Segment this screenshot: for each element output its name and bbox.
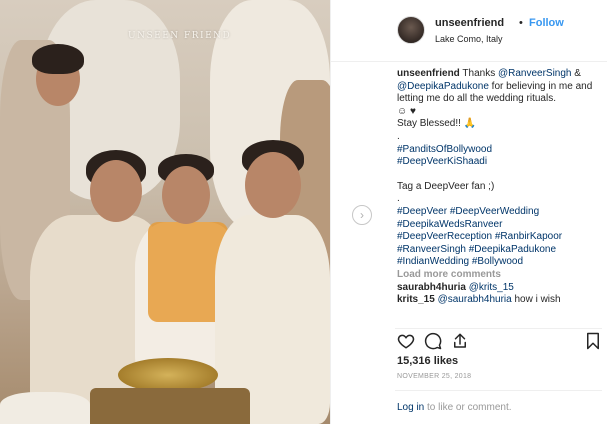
post-header: unseenfriend • Follow Lake Como, Italy xyxy=(331,0,607,62)
comment-item: krits_15 @saurabh4huria how i wish xyxy=(397,294,597,307)
photo-watermark: UNSEEN FRIEND xyxy=(128,31,232,41)
caption-username[interactable]: unseenfriend xyxy=(397,68,460,79)
divider xyxy=(395,390,602,391)
share-icon[interactable] xyxy=(451,332,469,350)
caption-emoji-line: ☺ ♥ xyxy=(397,105,416,117)
hashtag-line[interactable]: #RanveerSingh #DeepikaPadukone xyxy=(397,244,597,257)
caption-dot: . xyxy=(397,130,400,142)
mention-ranveer[interactable]: @RanveerSingh xyxy=(498,68,572,79)
hashtag-line[interactable]: #DeepVeerReception #RanbirKapoor xyxy=(397,231,597,244)
next-arrow-button[interactable]: › xyxy=(352,205,372,225)
header-username[interactable]: unseenfriend xyxy=(435,17,504,29)
post-date[interactable]: NOVEMBER 25, 2018 xyxy=(397,373,471,380)
caption-blessed: Stay Blessed!! 🙏 xyxy=(397,118,477,130)
caption-text: unseenfriend Thanks @RanveerSingh & @Dee… xyxy=(397,68,597,106)
comment-mention[interactable]: @krits_15 xyxy=(469,282,514,293)
hashtag-line[interactable]: #DeepVeer #DeepVeerWedding xyxy=(397,206,597,219)
photo-pandit-face xyxy=(162,166,210,224)
comment-icon[interactable] xyxy=(424,332,442,350)
comment-text: how i wish xyxy=(511,294,561,306)
post-photo[interactable]: UNSEEN FRIEND xyxy=(0,0,330,424)
hashtag-line[interactable]: #DeepikaWedsRanveer xyxy=(397,219,597,232)
comment-item: saurabh4huria @krits_15 xyxy=(397,282,597,295)
chevron-right-icon: › xyxy=(360,208,364,222)
hashtag-deepveerkishaadi[interactable]: #DeepVeerKiShaadi xyxy=(397,156,487,167)
follow-button[interactable]: Follow xyxy=(529,17,564,29)
login-prompt: Log in to like or comment. xyxy=(397,402,512,413)
comment-mention[interactable]: @saurabh4huria xyxy=(438,294,512,305)
caption-tag-prompt: Tag a DeepVeer fan ;) xyxy=(397,180,495,192)
bookmark-icon[interactable] xyxy=(584,332,602,350)
heart-icon[interactable] xyxy=(397,332,415,350)
post-actions-bar xyxy=(397,332,602,352)
mention-deepika[interactable]: @DeepikaPadukone xyxy=(397,81,489,92)
caption-spacer xyxy=(397,169,597,181)
avatar[interactable] xyxy=(397,16,425,44)
location-link[interactable]: Lake Como, Italy xyxy=(435,34,503,44)
instagram-post: UNSEEN FRIEND › unseenfriend • Follow La… xyxy=(0,0,607,424)
photo-groom-face xyxy=(245,152,301,218)
load-more-comments-button[interactable]: Load more comments xyxy=(397,269,597,282)
hashtag-line[interactable]: #IndianWedding #Bollywood xyxy=(397,256,597,269)
caption-dot: . xyxy=(397,193,400,205)
photo-ritual-tray xyxy=(90,388,250,424)
header-separator: • xyxy=(519,17,523,29)
photo-guest-hair xyxy=(32,44,84,74)
comment-username[interactable]: saurabh4huria xyxy=(397,282,466,293)
caption-amp: & xyxy=(571,68,581,79)
photo-ritual-bowl xyxy=(118,358,218,392)
caption-thanks: Thanks xyxy=(459,68,498,79)
hashtag-panditsofbollywood[interactable]: #PanditsOfBollywood xyxy=(397,144,492,155)
likes-count[interactable]: 15,316 likes xyxy=(397,355,458,367)
photo-flowers xyxy=(0,392,90,424)
divider xyxy=(395,328,602,329)
comment-username[interactable]: krits_15 xyxy=(397,294,435,305)
login-link[interactable]: Log in xyxy=(397,402,424,413)
comments-section: unseenfriend Thanks @RanveerSingh & @Dee… xyxy=(397,68,597,330)
photo-bride-face xyxy=(90,160,142,222)
login-prompt-text: to like or comment. xyxy=(424,402,512,413)
